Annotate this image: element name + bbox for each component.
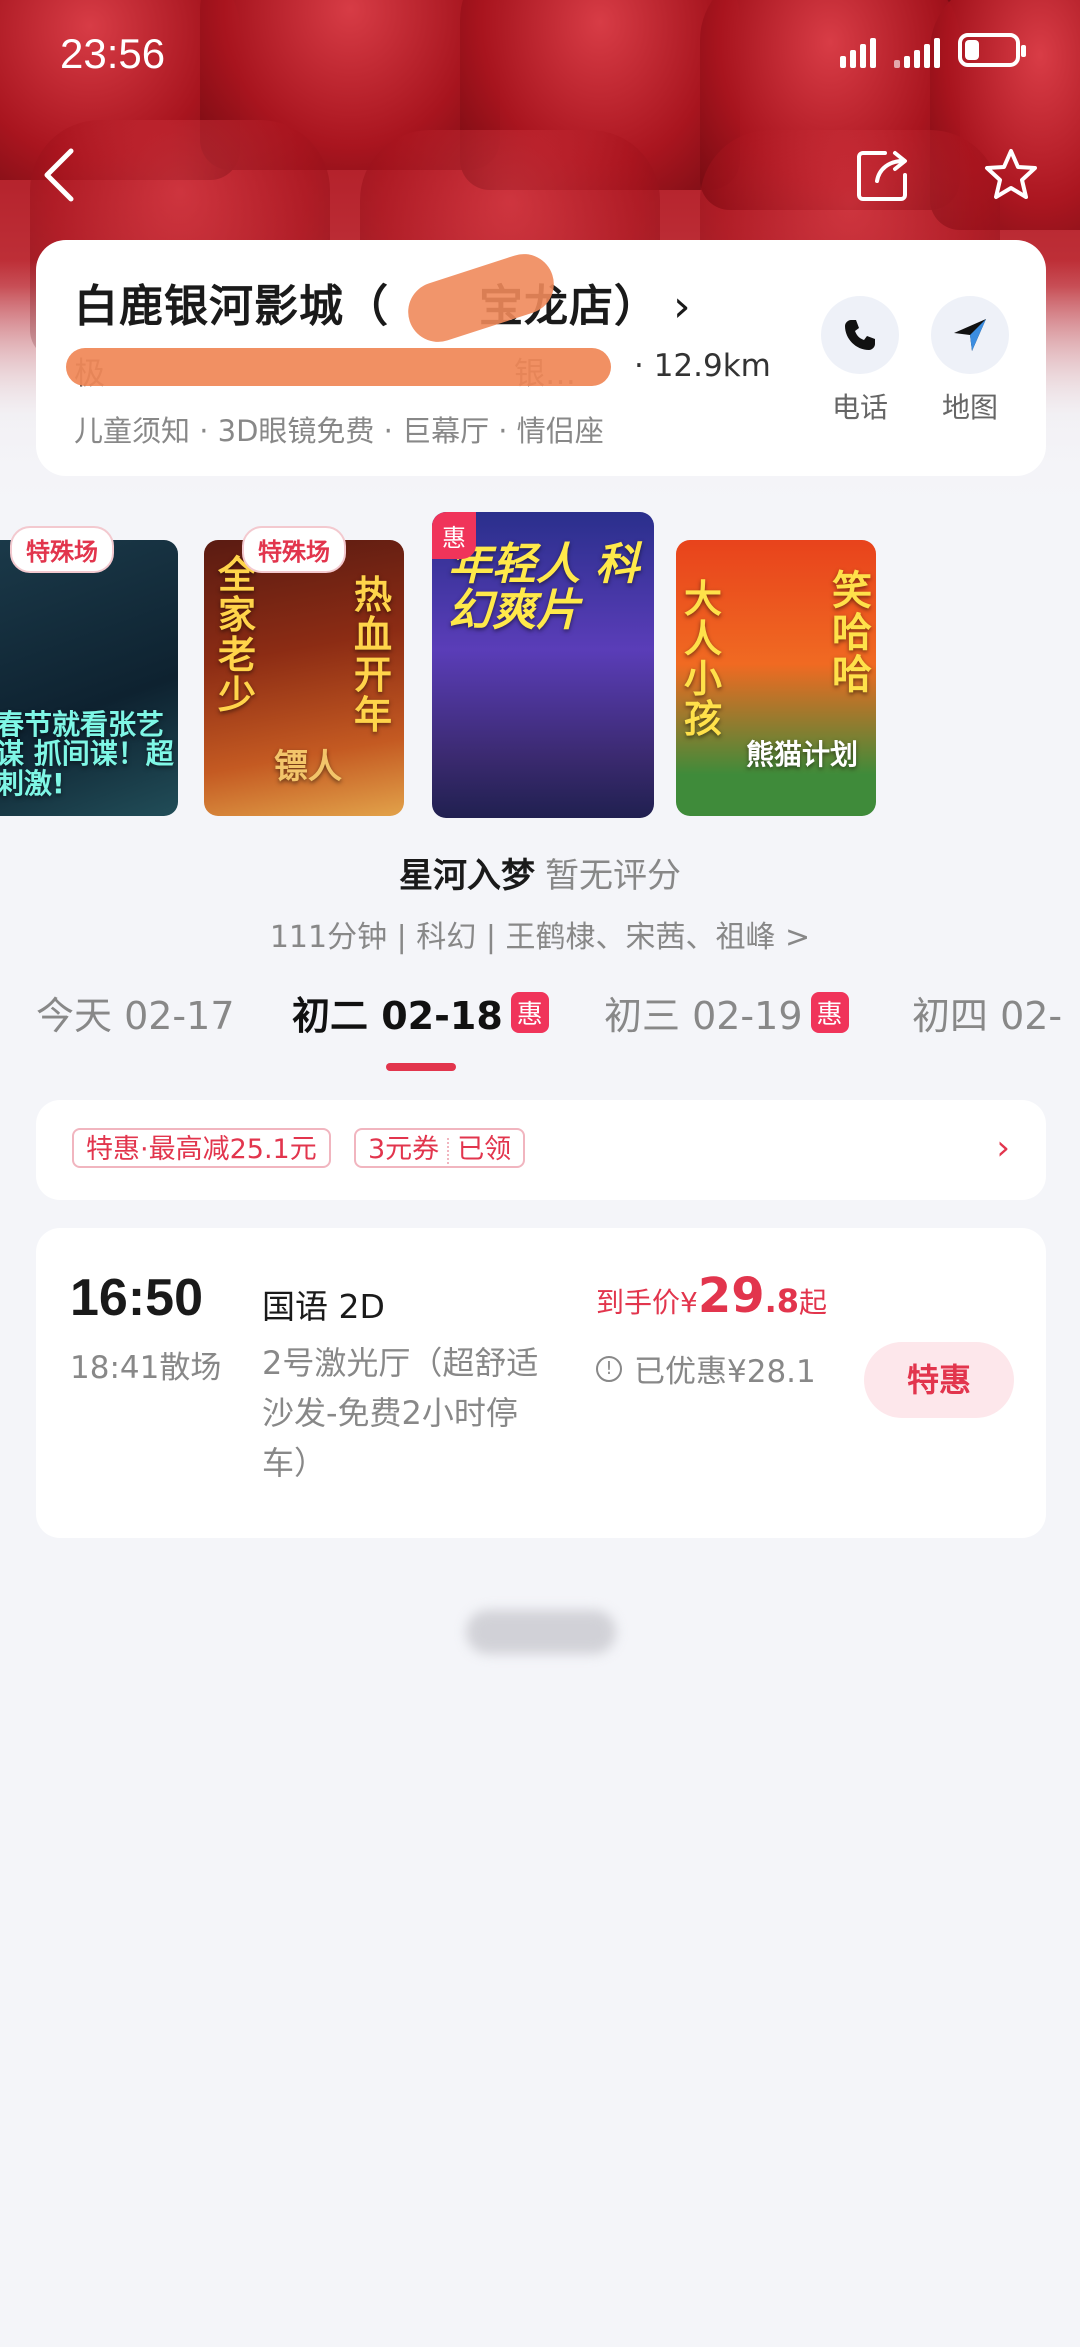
showtime-price: 到手价¥29.8起 — [596, 1268, 827, 1324]
phone-label: 电话 — [831, 391, 888, 424]
price-label: 到手价¥ — [596, 1286, 698, 1319]
poster-item-selected[interactable]: 惠 年轻人 科幻爽片 — [432, 512, 654, 818]
date-tab-label: 初三 02-19 — [604, 994, 803, 1038]
price-suffix: 起 — [799, 1286, 828, 1319]
chevron-right-icon: › — [996, 1128, 1010, 1168]
share-button[interactable] — [848, 140, 918, 210]
hui-badge: 惠 — [810, 992, 849, 1033]
poster-item[interactable]: 大人小孩 笑哈哈 熊猫计划 — [676, 540, 876, 816]
status-icons — [840, 32, 1026, 68]
coupon-amount: 3元券 — [368, 1134, 440, 1165]
signal-icon — [840, 32, 876, 68]
movie-score: 暂无评分 — [545, 856, 681, 896]
movie-meta[interactable]: 111分钟 | 科幻 | 王鹤棣、宋茜、祖峰 > — [0, 912, 1080, 956]
cinema-address: 极 银… · 12.9km — [66, 348, 794, 393]
promo-bar[interactable]: 特惠·最高减25.1元 3元券 已领 › — [36, 1100, 1046, 1200]
price-decimal: .8 — [764, 1282, 800, 1320]
cinema-card[interactable]: 白鹿银河影城（宝龙店）› 极 银… · 12.9km 儿童须知 · 3D眼镜免费… — [36, 240, 1046, 476]
map-button[interactable]: 地图 — [924, 296, 1016, 426]
coupon-status: 已领 — [457, 1134, 512, 1165]
hui-tag: 惠 — [432, 512, 476, 559]
price-integer: 29 — [697, 1268, 765, 1324]
info-icon: ! — [596, 1355, 622, 1382]
status-bar: 23:56 — [0, 0, 1080, 110]
movie-title-text: 星河入梦 — [399, 856, 535, 896]
date-tab[interactable]: 初四 02- — [912, 985, 1062, 1040]
share-icon — [857, 151, 907, 201]
navigation-icon — [931, 296, 1009, 374]
poster-text: 春节就看张艺谋 抓间谍！超刺激! — [0, 708, 174, 800]
showtime-discount: ! 已优惠¥28.1 — [596, 1346, 816, 1391]
showtime-end: 18:41散场 — [70, 1350, 222, 1386]
poster-text: 大人小孩 — [684, 577, 723, 741]
cinema-tags: 儿童须知 · 3D眼镜免费 · 巨幕厅 · 情侣座 — [74, 414, 604, 448]
special-tag: 特殊场 — [242, 526, 346, 573]
date-tab-selected[interactable]: 初二 02-18 惠 — [292, 985, 549, 1040]
date-tabs[interactable]: 今天 02-17 初二 02-18 惠 初三 02-19 惠 初四 02- — [0, 985, 1080, 1075]
date-tab-label: 今天 02-17 — [36, 994, 235, 1038]
redaction-scribble — [400, 246, 562, 350]
discount-text: 已优惠¥28.1 — [634, 1354, 816, 1390]
cinema-name-text: 白鹿银河影城（ — [74, 281, 389, 332]
coupon-chip: 3元券 已领 — [354, 1128, 526, 1168]
address-redaction — [66, 348, 611, 386]
battery-icon — [958, 33, 1026, 67]
poster-text: 年轻人 科幻爽片 — [448, 539, 640, 637]
date-tab[interactable]: 初三 02-19 惠 — [604, 985, 849, 1040]
poster-subtitle: 熊猫计划 — [746, 738, 859, 771]
map-label: 地图 — [941, 391, 998, 424]
poster-text: 热血开年 — [354, 573, 393, 737]
status-time: 23:56 — [60, 30, 166, 77]
phone-icon — [821, 296, 899, 374]
date-tab-label: 初四 02- — [912, 994, 1063, 1038]
movie-title: 星河入梦 暂无评分 — [0, 848, 1080, 897]
special-tag: 特殊场 — [10, 526, 114, 573]
hui-badge: 惠 — [510, 992, 549, 1033]
showtime-hall: 2号激光厅（超舒适沙发-免费2小时停车） — [262, 1344, 539, 1482]
showtime-start: 16:50 — [70, 1269, 203, 1327]
signal-icon-2 — [894, 32, 940, 68]
date-tab[interactable]: 今天 02-17 — [36, 985, 235, 1040]
favorite-button[interactable] — [976, 140, 1046, 210]
chevron-right-icon: › — [673, 281, 692, 332]
poster-text: 笑哈哈 — [832, 568, 872, 698]
poster-subtitle: 镖人 — [274, 747, 342, 787]
phone-button[interactable]: 电话 — [814, 296, 906, 426]
cinema-name[interactable]: 白鹿银河影城（ 宝龙店） › — [74, 270, 692, 334]
poster-item[interactable]: 全家老少 热血开年 镖人 — [204, 540, 404, 816]
poster-item[interactable]: 春节就看张艺谋 抓间谍！超刺激! — [0, 540, 178, 816]
showtime-language: 国语 2D — [262, 1287, 385, 1326]
star-icon — [985, 149, 1037, 199]
date-tab-indicator — [386, 1063, 456, 1071]
buy-ticket-button[interactable]: 特惠 — [864, 1342, 1014, 1418]
blurred-watermark — [466, 1610, 616, 1654]
showtime-card[interactable]: 16:50 18:41散场 国语 2D 2号激光厅（超舒适沙发-免费2小时停车）… — [36, 1228, 1046, 1538]
back-button[interactable] — [24, 140, 94, 210]
poster-text: 全家老少 — [218, 553, 257, 717]
back-arrow-icon — [44, 148, 74, 202]
movie-poster-carousel[interactable]: 春节就看张艺谋 抓间谍！超刺激! 特殊场 全家老少 热血开年 镖人 特殊场 惠 … — [0, 510, 1080, 830]
distance: · 12.9km — [634, 348, 771, 384]
promo-chip: 特惠·最高减25.1元 — [72, 1128, 331, 1168]
date-tab-label: 初二 02-18 — [292, 994, 503, 1038]
